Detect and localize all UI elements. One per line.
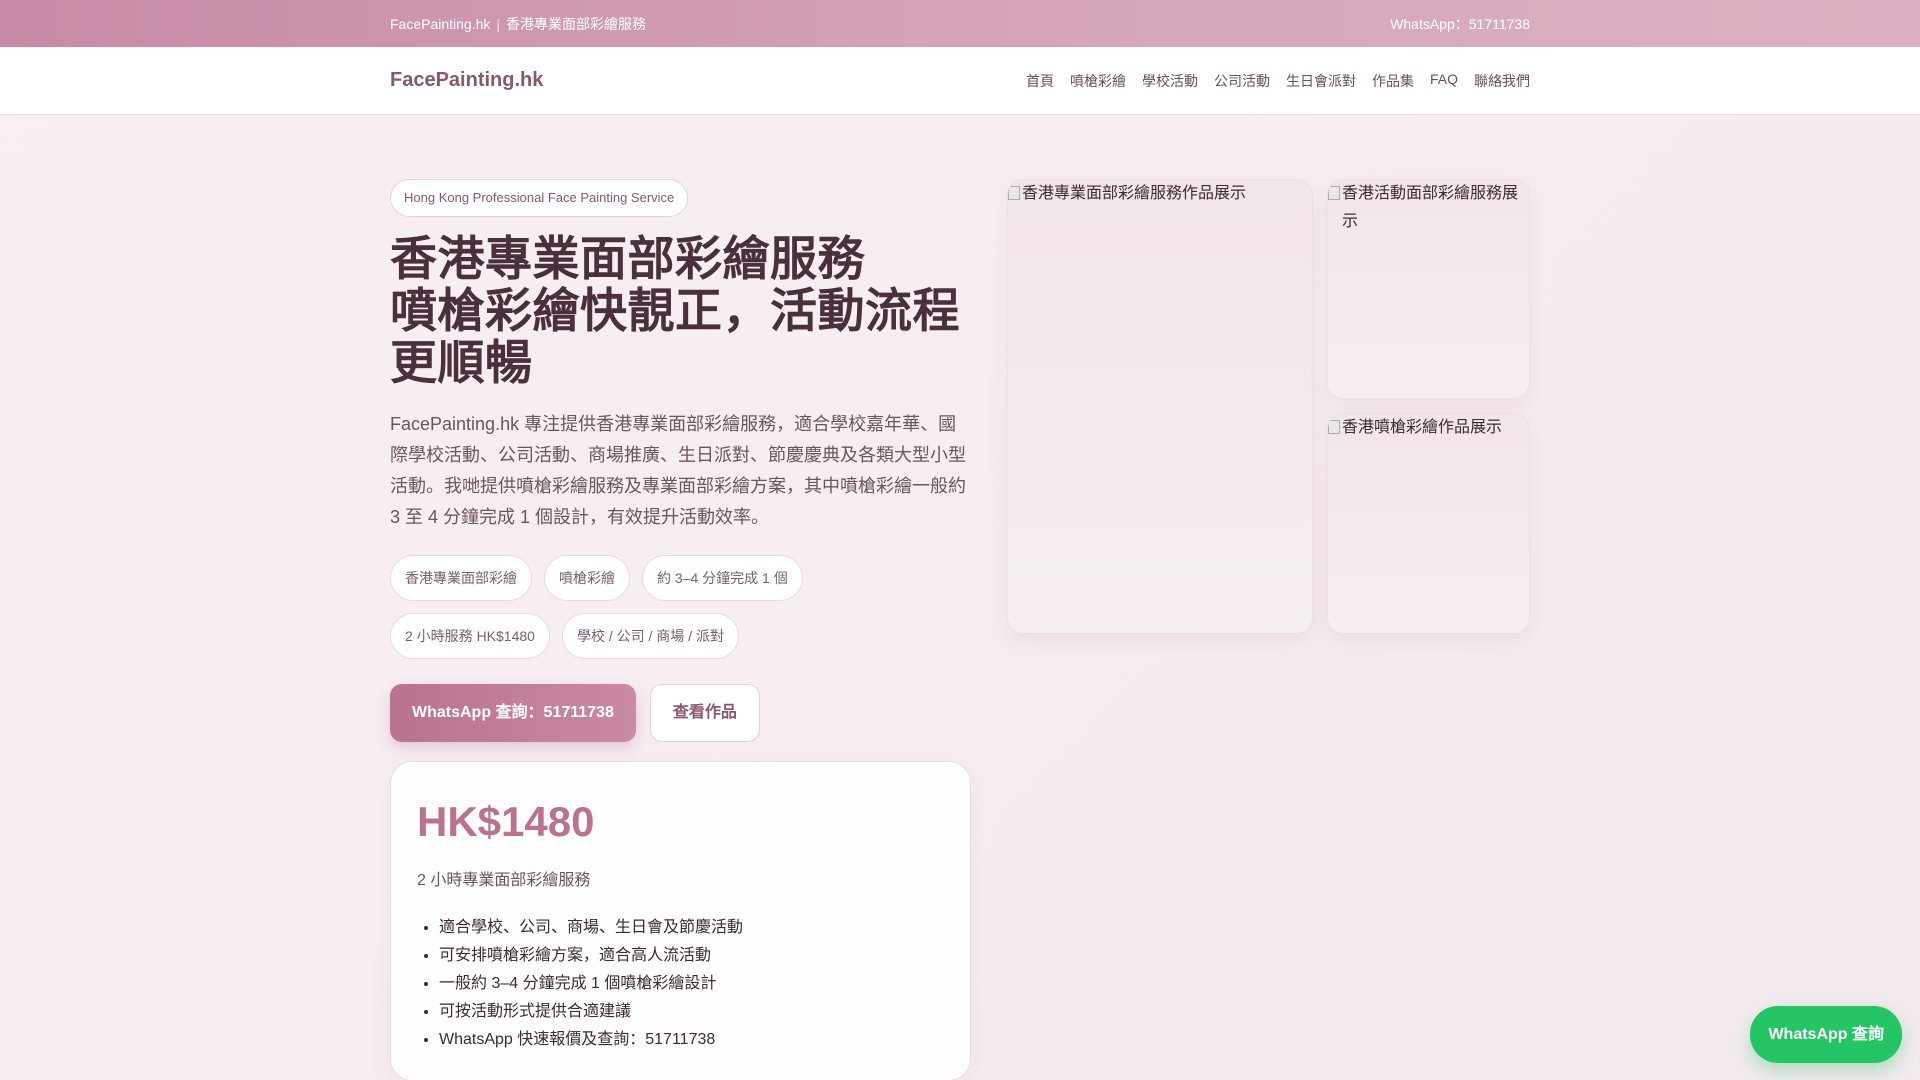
hero-title-line-2: 噴槍彩繪快靚正，活動流程 [390, 284, 960, 337]
hero-cta-group: WhatsApp 查詢：51711738 查看作品 [390, 684, 971, 742]
broken-image-icon [1328, 420, 1340, 434]
topbar-whatsapp-link[interactable]: WhatsApp：51711738 [1390, 14, 1530, 34]
whatsapp-enquiry-button[interactable]: WhatsApp 查詢：51711738 [390, 684, 636, 742]
gallery-side2-alt: 香港噴槍彩繪作品展示 [1342, 419, 1503, 436]
feature-item: 可安排噴槍彩繪方案，適合高人流活動 [439, 942, 944, 970]
price-subtitle: 2 小時專業面部彩繪服務 [417, 872, 591, 889]
hero-badge: Hong Kong Professional Face Painting Ser… [390, 179, 689, 217]
gallery-main-alt: 香港專業面部彩繪服務作品展示 [1022, 185, 1247, 202]
topbar-site-name: FacePainting.hk [390, 15, 491, 32]
broken-image-icon [1328, 186, 1340, 200]
nav-menu: 首頁 噴槍彩繪 學校活動 公司活動 生日會派對 作品集 FAQ 聯絡我們 [1010, 71, 1530, 91]
gallery-side-image-2: 香港噴槍彩繪作品展示 [1327, 413, 1530, 634]
hero-description: FacePainting.hk 專注提供香港專業面部彩繪服務，適合學校嘉年華、國… [390, 414, 966, 527]
gallery-side-image-1: 香港活動面部彩繪服務展示 [1327, 179, 1530, 399]
nav-item-school[interactable]: 學校活動 [1142, 71, 1198, 91]
hero-content: Hong Kong Professional Face Painting Ser… [390, 179, 971, 1080]
hero-title-line-1: 香港專業面部彩繪服務 [390, 232, 865, 285]
hero-tags: 香港專業面部彩繪 噴槍彩繪 約 3–4 分鐘完成 1 個 2 小時服務 HK$1… [390, 555, 950, 659]
brand-logo[interactable]: FacePainting.hk [390, 69, 543, 92]
topbar-separator: | [496, 15, 501, 32]
feature-list: 適合學校、公司、商場、生日會及節慶活動 可安排噴槍彩繪方案，適合高人流活動 一般… [417, 914, 944, 1054]
topbar-site-info: FacePainting.hk | 香港專業面部彩繪服務 [390, 14, 646, 34]
broken-image-icon [1008, 186, 1020, 200]
main-nav: FacePainting.hk 首頁 噴槍彩繪 學校活動 公司活動 生日會派對 … [0, 47, 1920, 115]
nav-item-home[interactable]: 首頁 [1026, 71, 1054, 91]
topbar-tagline: 香港專業面部彩繪服務 [506, 15, 647, 32]
gallery-side1-alt: 香港活動面部彩繪服務展示 [1342, 185, 1519, 230]
hero-section: Hong Kong Professional Face Painting Ser… [390, 115, 1530, 1080]
view-portfolio-button[interactable]: 查看作品 [649, 684, 760, 742]
tag-speed: 約 3–4 分鐘完成 1 個 [642, 555, 803, 601]
nav-item-corporate[interactable]: 公司活動 [1214, 71, 1270, 91]
tag-face-painting: 香港專業面部彩繪 [390, 555, 532, 601]
tag-venues: 學校 / 公司 / 商場 / 派對 [561, 613, 739, 659]
price-value: HK$1480 [417, 798, 595, 845]
feature-item: 適合學校、公司、商場、生日會及節慶活動 [439, 914, 944, 942]
nav-item-faq[interactable]: FAQ [1430, 71, 1458, 91]
nav-item-birthday[interactable]: 生日會派對 [1286, 71, 1356, 91]
tag-price: 2 小時服務 HK$1480 [390, 613, 550, 659]
hero-title: 香港專業面部彩繪服務 噴槍彩繪快靚正，活動流程 更順暢 [390, 233, 971, 389]
feature-item: WhatsApp 快速報價及查詢：51711738 [439, 1026, 944, 1054]
top-bar: FacePainting.hk | 香港專業面部彩繪服務 WhatsApp：5171… [0, 0, 1920, 47]
feature-item: 一般約 3–4 分鐘完成 1 個噴槍彩繪設計 [439, 970, 944, 998]
feature-item: 可按活動形式提供合適建議 [439, 998, 944, 1026]
hero-gallery: 香港專業面部彩繪服務作品展示 香港活動面部彩繪服務展示 香港噴槍彩繪作品展示 [1007, 179, 1530, 634]
nav-item-contact[interactable]: 聯絡我們 [1474, 71, 1530, 91]
gallery-main-image: 香港專業面部彩繪服務作品展示 [1007, 179, 1313, 634]
hero-title-line-3: 更順暢 [390, 336, 533, 389]
tag-airbrush: 噴槍彩繪 [544, 555, 630, 601]
nav-item-airbrush[interactable]: 噴槍彩繪 [1070, 71, 1126, 91]
floating-whatsapp-button[interactable]: WhatsApp 查詢 [1750, 1006, 1902, 1063]
pricing-card: HK$1480 2 小時專業面部彩繪服務 適合學校、公司、商場、生日會及節慶活動… [390, 761, 971, 1080]
nav-item-portfolio[interactable]: 作品集 [1372, 71, 1414, 91]
